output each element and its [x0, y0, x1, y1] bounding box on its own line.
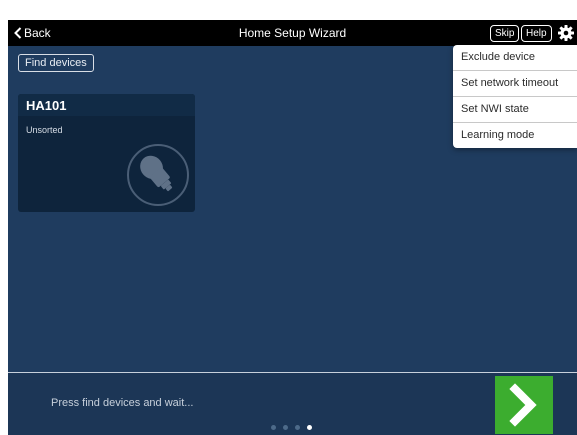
top-navigation-bar: Back Home Setup Wizard Skip Help	[8, 20, 577, 46]
page-dot-current	[307, 425, 312, 430]
bulb-socket-icon	[122, 139, 195, 212]
next-button[interactable]	[495, 376, 553, 434]
settings-dropdown-menu: Exclude device Set network timeout Set N…	[453, 45, 577, 148]
hint-text: Press find devices and wait...	[51, 397, 194, 409]
menu-item-exclude-device[interactable]: Exclude device	[453, 45, 577, 71]
find-devices-button[interactable]: Find devices	[18, 54, 94, 72]
chevron-right-icon	[495, 376, 553, 434]
back-button[interactable]: Back	[14, 20, 51, 46]
page-indicator	[271, 425, 312, 430]
page-dot	[295, 425, 300, 430]
menu-item-set-nwi-state[interactable]: Set NWI state	[453, 97, 577, 123]
device-name: HA101	[26, 98, 67, 113]
menu-item-learning-mode[interactable]: Learning mode	[453, 123, 577, 148]
page-dot	[283, 425, 288, 430]
page-dot	[271, 425, 276, 430]
device-category: Unsorted	[26, 125, 63, 135]
app-screen: Back Home Setup Wizard Skip Help Find de…	[8, 20, 577, 435]
chevron-left-icon	[14, 27, 22, 39]
device-card[interactable]: HA101 Unsorted	[18, 94, 195, 212]
gear-icon[interactable]	[557, 24, 575, 42]
help-button[interactable]: Help	[521, 25, 552, 42]
back-label: Back	[24, 26, 51, 40]
bottom-bar: Press find devices and wait...	[8, 372, 577, 435]
skip-button[interactable]: Skip	[490, 25, 520, 42]
menu-item-set-network-timeout[interactable]: Set network timeout	[453, 71, 577, 97]
